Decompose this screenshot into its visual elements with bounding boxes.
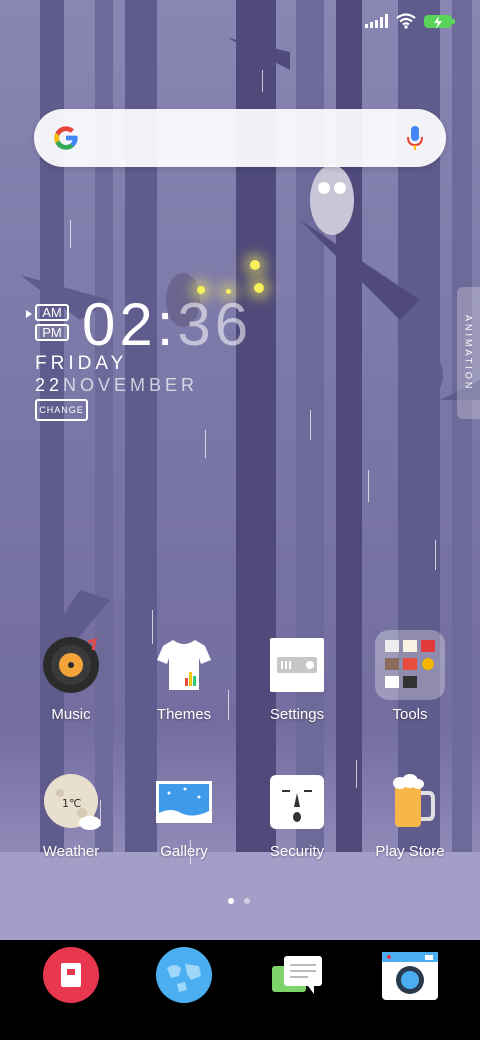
clock-time: 02:36 — [82, 290, 252, 359]
clock-minutes: 36 — [177, 291, 253, 358]
clock-day: FRIDAY — [35, 353, 128, 374]
app-settings[interactable]: Settings — [247, 636, 347, 723]
gallery-picture-icon — [155, 773, 213, 831]
security-face-icon — [268, 773, 326, 831]
search-bar[interactable] — [34, 109, 446, 167]
pm-label: PM — [35, 324, 69, 341]
app-weather[interactable]: 1℃ Weather — [21, 773, 121, 860]
folder-icon — [375, 630, 445, 700]
app-label: Themes — [156, 706, 212, 723]
vinyl-record-icon — [42, 636, 100, 694]
messages-icon — [268, 946, 326, 1004]
app-themes[interactable]: Themes — [134, 636, 234, 723]
dock-browser[interactable] — [134, 946, 234, 1004]
mic-icon[interactable] — [406, 125, 424, 151]
battery-charging-icon — [424, 14, 455, 29]
search-input[interactable] — [92, 129, 394, 147]
google-logo-icon — [54, 126, 78, 150]
app-music[interactable]: Music — [21, 636, 121, 723]
app-gallery[interactable]: Gallery — [134, 773, 234, 860]
app-play-store[interactable]: Play Store — [360, 773, 460, 860]
status-bar — [365, 10, 455, 32]
am-pm-indicator: AM PM — [26, 304, 69, 344]
page-dot — [244, 898, 250, 904]
page-indicator — [228, 898, 250, 904]
app-label: Settings — [269, 706, 325, 723]
app-label: Security — [269, 843, 325, 860]
clock-month: NOVEMBER — [63, 375, 199, 395]
change-button[interactable]: CHANGE — [35, 399, 88, 421]
app-label: Tools — [392, 706, 428, 723]
dock-phone[interactable] — [21, 946, 121, 1004]
moon-weather-icon: 1℃ — [42, 773, 100, 831]
camera-icon — [381, 946, 439, 1004]
am-pointer-icon — [26, 310, 32, 318]
tshirt-icon — [155, 636, 213, 694]
app-label: Music — [51, 706, 91, 723]
animation-tab-label: ANIMATION — [463, 314, 474, 392]
clock-separator: : — [156, 291, 178, 358]
app-label: Weather — [42, 843, 100, 860]
weather-temp: 1℃ — [62, 797, 81, 810]
settings-switch-icon — [268, 636, 326, 694]
app-security[interactable]: Security — [247, 773, 347, 860]
clock-date: 22NOVEMBER — [35, 375, 198, 396]
app-label: Gallery — [160, 843, 208, 860]
browser-globe-icon — [155, 946, 213, 1004]
dock — [0, 940, 480, 1040]
page-dot-active — [228, 898, 234, 904]
app-label: Play Store — [375, 843, 445, 860]
dock-messages[interactable] — [247, 946, 347, 1004]
beer-mug-icon — [381, 773, 439, 831]
clock-hours: 02 — [82, 291, 157, 358]
animation-side-tab[interactable]: ANIMATION — [457, 287, 480, 419]
am-label: AM — [35, 304, 69, 321]
dock-camera[interactable] — [360, 946, 460, 1004]
clock-date-day: 22 — [35, 375, 64, 395]
wifi-icon — [396, 13, 416, 29]
signal-icon — [365, 14, 388, 28]
phone-icon — [42, 946, 100, 1004]
app-tools-folder[interactable]: Tools — [360, 630, 460, 723]
